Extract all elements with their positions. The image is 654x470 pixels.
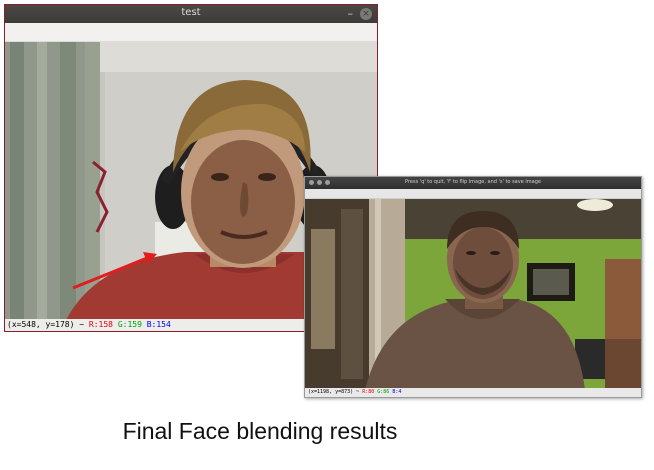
status-blue-value: B:154 <box>146 320 171 329</box>
camera-image-view[interactable] <box>305 199 641 388</box>
status-green-value: G:86 <box>377 389 390 395</box>
window-title: Press 'q' to quit, 'f' to flip image, an… <box>405 179 541 185</box>
pixel-status-bar: (x=1198, y=873) ~ R:80 G:86 B:4 <box>305 388 641 397</box>
window-toolbar <box>5 23 377 42</box>
status-green-value: G:159 <box>117 320 142 329</box>
window-titlebar[interactable]: Press 'q' to quit, 'f' to flip image, an… <box>305 177 641 189</box>
slide-caption: Final Face blending results <box>122 418 398 444</box>
minimize-icon[interactable]: – <box>348 7 354 20</box>
status-red-value: R:158 <box>88 320 113 329</box>
window-title: test <box>181 7 201 18</box>
face-blend-window-second: Press 'q' to quit, 'f' to flip image, an… <box>304 176 642 398</box>
status-blue-value: B:4 <box>392 389 402 395</box>
status-coords: (x=1198, y=873) ~ <box>308 389 360 395</box>
status-coords: (x=548, y=178) ~ <box>7 320 85 329</box>
close-icon[interactable]: × <box>360 8 372 20</box>
blended-face-image <box>305 199 641 388</box>
status-red-value: R:80 <box>362 389 375 395</box>
window-toolbar <box>305 189 641 199</box>
window-titlebar[interactable]: test – × <box>5 5 377 23</box>
